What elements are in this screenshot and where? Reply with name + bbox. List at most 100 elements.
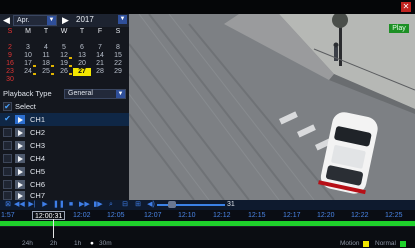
calendar-day[interactable]: 16 — [1, 60, 19, 68]
step-forward-icon[interactable]: ▮▶ — [93, 201, 103, 209]
select-all-checkbox[interactable]: ✔ — [3, 102, 12, 111]
radio-selected-icon[interactable]: ● — [90, 240, 94, 248]
select-all-row[interactable]: ✔ Select — [0, 100, 129, 113]
motion-legend-swatch — [363, 241, 369, 247]
title-bar: ✕ — [0, 0, 415, 14]
play-button[interactable]: Play — [389, 24, 409, 33]
calendar-day[interactable]: 14 — [91, 52, 109, 60]
calendar-day[interactable]: 4 — [37, 44, 55, 52]
volume-slider-handle[interactable] — [168, 201, 176, 208]
channel-row-ch4[interactable]: CH4 — [0, 152, 129, 165]
zoom-1h-option[interactable]: 1h — [74, 240, 81, 248]
calendar-day[interactable]: 6 — [73, 44, 91, 52]
calendar-day[interactable]: 2 — [1, 44, 19, 52]
weekday-label: T — [43, 28, 49, 35]
calendar-day[interactable]: 20 — [73, 60, 91, 68]
playhead-cursor[interactable] — [53, 219, 54, 238]
timeline-lane[interactable] — [0, 226, 415, 240]
channel-label: CH6 — [30, 180, 46, 189]
zoom-icon[interactable]: ⌕ — [106, 201, 116, 209]
month-select[interactable]: Apr. ▼ — [13, 15, 57, 26]
time-tick: 12:25 — [385, 212, 403, 219]
calendar-day[interactable]: 26 — [55, 68, 73, 76]
calendar-day[interactable]: 19 — [55, 60, 73, 68]
normal-legend-swatch — [400, 241, 406, 247]
prev-month-icon[interactable]: ◀ — [3, 14, 10, 27]
calendar-day[interactable]: 3 — [19, 44, 37, 52]
stop-icon[interactable]: ⊠ — [3, 201, 13, 209]
channel-label: CH7 — [30, 191, 46, 200]
calendar-day[interactable]: 18 — [37, 60, 55, 68]
weekday-label: W — [60, 28, 68, 35]
calendar-day[interactable]: 8 — [109, 44, 127, 52]
zoom-30m-option[interactable]: 30m — [99, 240, 112, 248]
channel-row-ch2[interactable]: CH2 — [0, 126, 129, 139]
playback-controls: ⊠ ◀◀ ▶| ▶ ❚❚ ■ ▶▶ ▮▶ ⌕ ⊟ ⊞ ◀) 31 — [0, 200, 415, 210]
close-button[interactable]: ✕ — [401, 2, 411, 12]
pause-icon[interactable]: ❚❚ — [53, 201, 65, 209]
channel-row-ch7[interactable]: CH7 — [0, 191, 129, 200]
play-icon[interactable]: ▶ — [40, 201, 50, 209]
channel-row-ch1[interactable]: ✔ CH1 — [0, 113, 129, 126]
channel-checkbox[interactable] — [3, 128, 12, 137]
play-icon — [15, 128, 25, 137]
channel-checkbox[interactable] — [3, 141, 12, 150]
time-tick: 12:22 — [351, 212, 369, 219]
video-view[interactable]: Play — [129, 14, 415, 200]
playback-type-select[interactable]: General ▼ — [64, 89, 126, 99]
screenshot-icon[interactable]: ⊟ — [120, 201, 130, 209]
play-icon — [15, 141, 25, 150]
channel-checkbox[interactable] — [3, 154, 12, 163]
step-back-icon[interactable]: ▶| — [27, 201, 37, 209]
fullscreen-icon[interactable]: ⊞ — [133, 201, 143, 209]
calendar-day[interactable]: 17 — [19, 60, 37, 68]
select-all-label: Select — [15, 102, 36, 111]
calendar-day[interactable]: 28 — [91, 68, 109, 76]
fast-forward-icon[interactable]: ▶▶ — [79, 201, 90, 209]
checkmark-icon[interactable]: ✔ — [3, 115, 12, 124]
calendar-day[interactable]: 9 — [1, 52, 19, 60]
calendar-day[interactable]: 30 — [1, 76, 19, 84]
calendar-day[interactable]: 12 — [55, 52, 73, 60]
calendar-day[interactable]: 7 — [91, 44, 109, 52]
calendar-day[interactable]: 11 — [37, 52, 55, 60]
next-month-icon[interactable]: ▶ — [62, 14, 69, 27]
calendar-day[interactable]: 21 — [91, 60, 109, 68]
year-select[interactable]: 2017 ▼ — [73, 15, 127, 26]
channel-checkbox[interactable] — [3, 191, 12, 200]
calendar-day-selected[interactable]: 27 — [73, 68, 91, 76]
timeline-footer: 24h 2h 1h ● 30m Motion Normal — [0, 240, 415, 248]
channel-label: CH2 — [30, 128, 46, 137]
calendar-day[interactable]: 13 — [73, 52, 91, 60]
channel-label: CH4 — [30, 154, 46, 163]
weekday-label: F — [97, 28, 103, 35]
stop-square-icon[interactable]: ■ — [66, 201, 76, 209]
calendar-day[interactable]: 5 — [55, 44, 73, 52]
play-icon — [15, 167, 25, 176]
weekday-label: S — [115, 28, 121, 35]
volume-icon[interactable]: ◀) — [146, 201, 156, 209]
channel-row-ch5[interactable]: CH5 — [0, 165, 129, 178]
time-ruler: 1:57 12:02 12:05 12:07 12:10 12:12 12:15… — [0, 210, 415, 221]
channel-checkbox[interactable] — [3, 167, 12, 176]
normal-legend-label: Normal — [375, 240, 396, 247]
calendar-day[interactable]: 23 — [1, 68, 19, 76]
calendar-day[interactable]: 24 — [19, 68, 37, 76]
zoom-24h-option[interactable]: 24h — [22, 240, 33, 248]
time-tick: 12:02 — [73, 212, 91, 219]
current-time-label: 12:00:31 — [32, 211, 66, 220]
calendar-day[interactable]: 22 — [109, 60, 127, 68]
rewind-icon[interactable]: ◀◀ — [14, 201, 25, 209]
time-tick: 12:10 — [178, 212, 196, 219]
calendar-day[interactable]: 29 — [109, 68, 127, 76]
channel-checkbox[interactable] — [3, 180, 12, 189]
chevron-down-icon: ▼ — [118, 15, 127, 24]
weekday-label: M — [25, 28, 31, 35]
timeline[interactable]: 1:57 12:02 12:05 12:07 12:10 12:12 12:15… — [0, 210, 415, 248]
calendar-day[interactable]: 25 — [37, 68, 55, 76]
channel-row-ch3[interactable]: CH3 — [0, 139, 129, 152]
calendar-day[interactable]: 10 — [19, 52, 37, 60]
channel-row-ch6[interactable]: CH6 — [0, 178, 129, 191]
zoom-2h-option[interactable]: 2h — [50, 240, 57, 248]
calendar-day[interactable]: 15 — [109, 52, 127, 60]
